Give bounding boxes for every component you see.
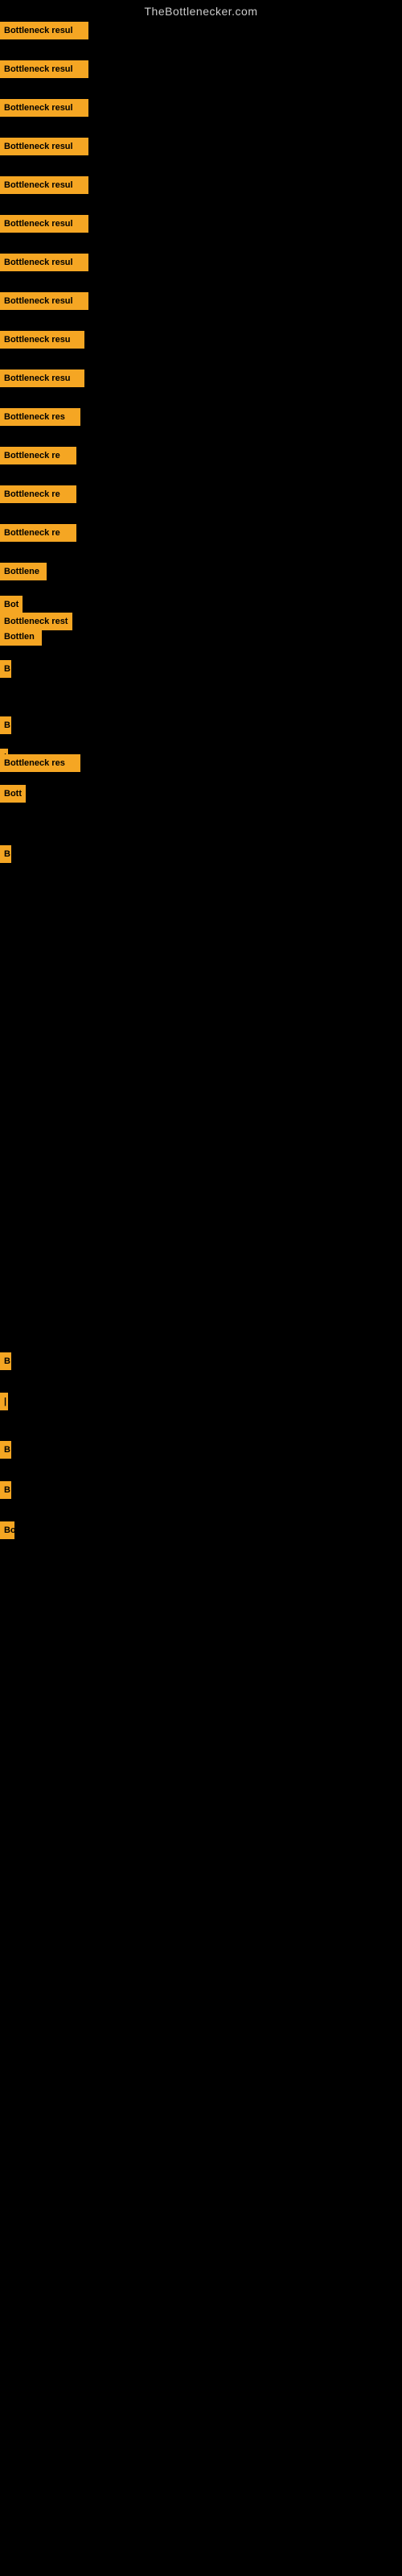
bar-label-29: Bo xyxy=(0,1521,14,1539)
bar-row-7: Bottleneck resul xyxy=(0,254,88,271)
bar-label-4: Bottleneck resul xyxy=(0,138,88,155)
bar-label-7: Bottleneck resul xyxy=(0,254,88,271)
bar-row-29: Bo xyxy=(0,1521,14,1539)
bar-row-6: Bottleneck resul xyxy=(0,215,88,233)
bar-row-24: B xyxy=(0,1352,11,1370)
bar-row-2: Bottleneck resul xyxy=(0,60,88,78)
bar-label-9: Bottleneck resu xyxy=(0,331,84,349)
bar-row-26: B xyxy=(0,1441,11,1459)
bar-label-3: Bottleneck resul xyxy=(0,99,88,117)
bar-label-13: Bottleneck re xyxy=(0,485,76,503)
bar-label-16: Bottlene xyxy=(0,563,47,580)
bar-label-10: Bottleneck resu xyxy=(0,369,84,387)
bar-label-12: Bottleneck re xyxy=(0,447,76,464)
bar-row-14: Bottleneck re xyxy=(0,524,76,542)
bar-row-5: Bottleneck resul xyxy=(0,176,88,194)
bar-row-13: Bottleneck re xyxy=(0,485,76,503)
bar-row-11: Bottleneck res xyxy=(0,408,80,426)
bar-row-25: | xyxy=(0,1393,8,1410)
bar-row-19: B xyxy=(0,660,11,678)
bar-row-16: Bottlene xyxy=(0,563,47,580)
bar-label-14: Bottleneck re xyxy=(0,524,76,542)
site-title: TheBottlenecker.com xyxy=(0,0,402,23)
bar-label-11: Bottleneck res xyxy=(0,408,80,426)
bar-label-6: Bottleneck resul xyxy=(0,215,88,233)
bar-row-1: Bottleneck resul xyxy=(0,22,88,39)
bar-label-20: B xyxy=(0,716,11,734)
bar-label-27: B xyxy=(0,1481,11,1499)
bar-label-26: B xyxy=(0,1441,11,1459)
bar-label-5: Bottleneck resul xyxy=(0,176,88,194)
bar-label-28: Bottleneck res xyxy=(0,754,80,772)
bar-row-28: Bottleneck res xyxy=(0,754,80,772)
bar-row-23: B xyxy=(0,845,11,863)
bar-row-10: Bottleneck resu xyxy=(0,369,84,387)
bar-row-3: Bottleneck resul xyxy=(0,99,88,117)
bar-label-18: Bottlen xyxy=(0,628,42,646)
bar-row-20: B xyxy=(0,716,11,734)
bar-row-18: Bottlen xyxy=(0,628,42,646)
bar-label-24: B xyxy=(0,1352,11,1370)
bar-label-17: Bot xyxy=(0,596,23,613)
bar-label-22: Bott xyxy=(0,785,26,803)
bar-row-4: Bottleneck resul xyxy=(0,138,88,155)
bar-label-1: Bottleneck resul xyxy=(0,22,88,39)
bar-label-23: B xyxy=(0,845,11,863)
bar-label-19: B xyxy=(0,660,11,678)
bar-label-25: | xyxy=(0,1393,8,1410)
bar-row-17: Bot xyxy=(0,596,23,613)
bar-row-22: Bott xyxy=(0,785,26,803)
bar-row-9: Bottleneck resu xyxy=(0,331,84,349)
bar-row-27: B xyxy=(0,1481,11,1499)
bar-label-2: Bottleneck resul xyxy=(0,60,88,78)
bar-row-12: Bottleneck re xyxy=(0,447,76,464)
bar-label-8: Bottleneck resul xyxy=(0,292,88,310)
bar-row-8: Bottleneck resul xyxy=(0,292,88,310)
